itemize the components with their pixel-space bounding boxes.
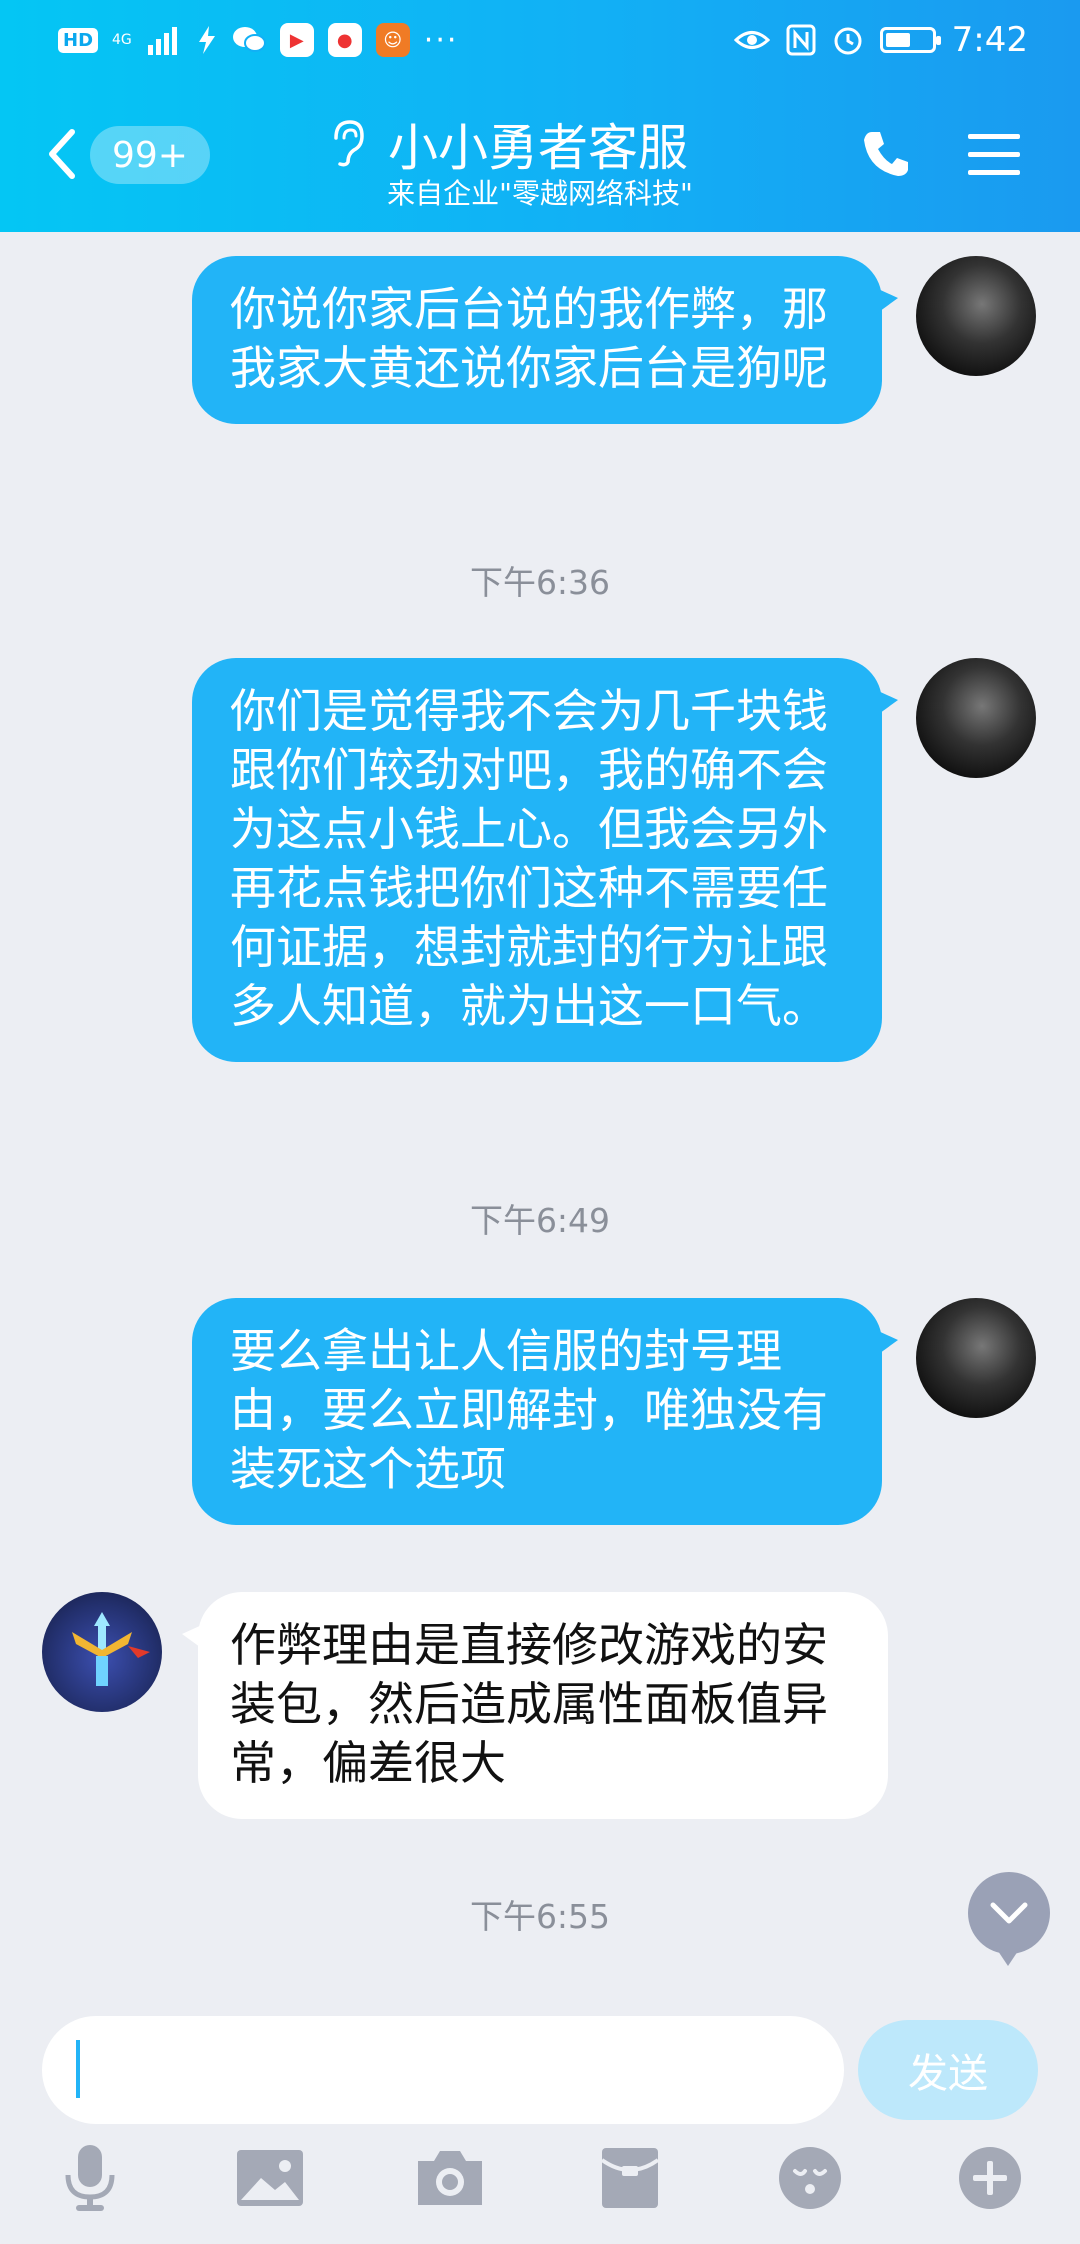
voice-button[interactable] [50, 2138, 130, 2218]
camera-icon [418, 2151, 482, 2205]
chat-title: 小小勇者客服 [388, 119, 688, 177]
emoji-icon [779, 2147, 841, 2209]
send-button[interactable]: 发送 [858, 2020, 1038, 2120]
wechat-icon [232, 27, 266, 52]
clock: 7:42 [951, 20, 1028, 60]
red-packet-button[interactable] [590, 2138, 670, 2218]
status-bar: HD 4G ▶ ● ☺ ··· 7:42 [0, 0, 1080, 80]
service-avatar[interactable] [42, 1592, 162, 1712]
message-timestamp: 下午6:36 [469, 563, 611, 602]
message-timestamp: 下午6:49 [469, 1201, 611, 1240]
image-button[interactable] [230, 2138, 310, 2218]
more-button[interactable] [950, 2138, 1030, 2218]
outgoing-message[interactable]: 要么拿出让人信服的封号理由，要么立即解封，唯独没有装死这个选项 [192, 1298, 898, 1525]
uc-app-icon: ☺ [375, 23, 410, 57]
chevron-down-icon [990, 1902, 1028, 1924]
nfc-icon [786, 24, 816, 56]
eye-icon [733, 31, 770, 49]
input-area: 发送 [0, 1990, 1080, 2244]
hd-badge: HD [58, 27, 99, 53]
incoming-message[interactable]: 作弊理由是直接修改游戏的安装包，然后造成属性面板值异常，偏差很大 [182, 1592, 888, 1819]
battery-level [885, 33, 910, 47]
video-app-icon: ▶ [279, 23, 314, 57]
chat-subtitle: 来自企业"零越网络科技" [387, 177, 693, 210]
status-right: 7:42 [733, 20, 1028, 60]
message-timestamp: 下午6:55 [469, 1897, 611, 1936]
camera-button[interactable] [410, 2138, 490, 2218]
red-packet-icon [600, 2148, 660, 2208]
message-input[interactable] [42, 2016, 844, 2124]
text-cursor [76, 2040, 80, 2098]
my-avatar[interactable] [916, 658, 1036, 778]
chat-header: HD 4G ▶ ● ☺ ··· 7:42 99+ 小小勇者客服 来自企业"零越网… [0, 0, 1080, 232]
my-avatar[interactable] [916, 1298, 1036, 1418]
more-notifications-icon: ··· [423, 22, 459, 58]
outgoing-message[interactable]: 你们是觉得我不会为几千块钱跟你们较劲对吧，我的确不会为这点小钱上心。但我会另外再… [192, 658, 898, 1062]
emoji-button[interactable] [770, 2138, 850, 2218]
my-avatar[interactable] [916, 256, 1036, 376]
battery-icon [879, 27, 941, 53]
scroll-to-bottom-button[interactable] [968, 1872, 1050, 1966]
map-app-icon: ● [327, 23, 362, 57]
alarm-icon [834, 27, 862, 55]
menu-icon[interactable] [966, 130, 1022, 180]
input-toolbar [0, 2138, 1080, 2224]
sword-logo-icon [72, 1612, 150, 1686]
plus-icon [959, 2147, 1021, 2209]
network-type: 4G [112, 32, 132, 48]
status-left: HD 4G ▶ ● ☺ ··· [58, 20, 458, 60]
outgoing-message[interactable]: 你说你家后台说的我作弊，那我家大黄还说你家后台是狗呢 [192, 256, 898, 424]
microphone-icon [65, 2145, 115, 2211]
ear-icon [334, 120, 364, 167]
image-icon [237, 2150, 303, 2206]
bolt-icon [198, 26, 215, 54]
signal-icon [147, 27, 177, 55]
phone-icon[interactable] [858, 126, 914, 182]
